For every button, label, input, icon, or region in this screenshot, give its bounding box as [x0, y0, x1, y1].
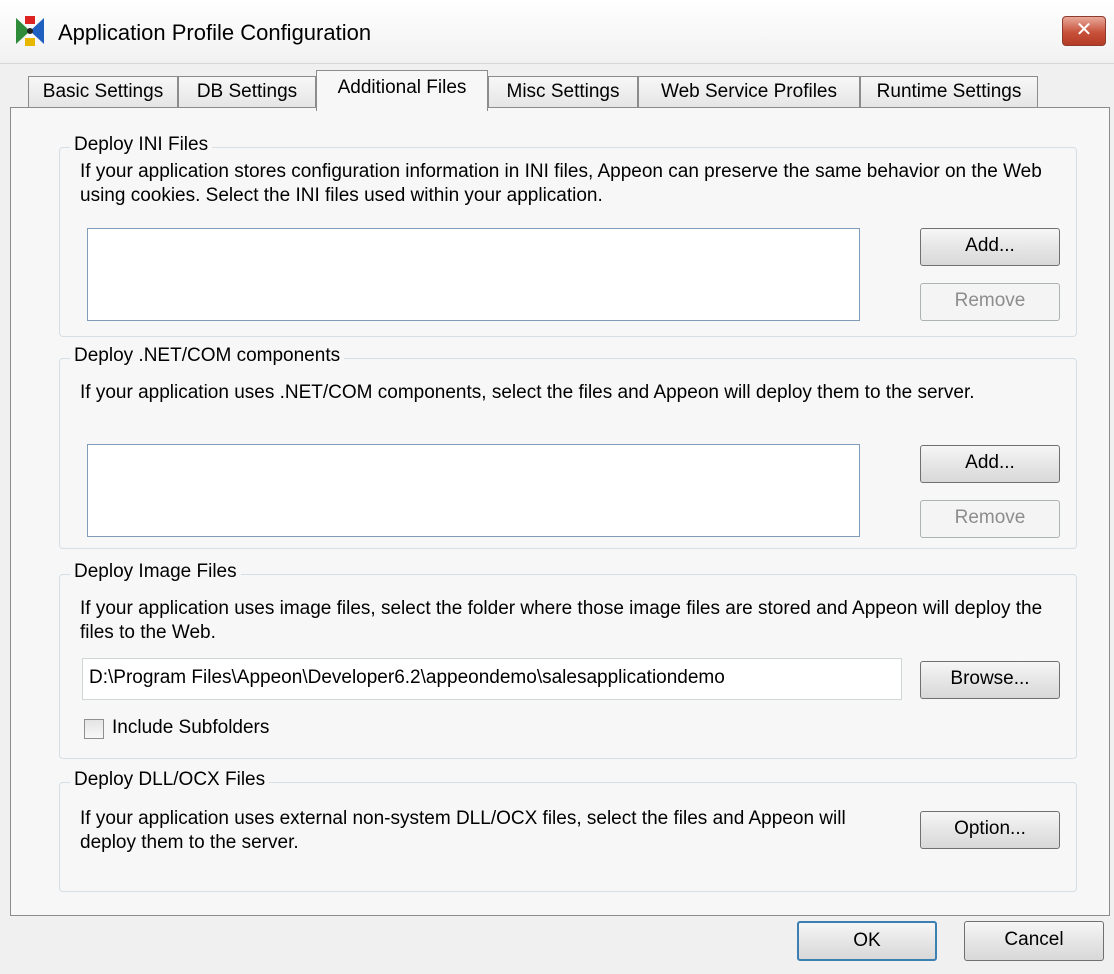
group-description: If your application uses .NET/COM compon… — [80, 382, 975, 403]
application-profile-dialog: Application Profile Configuration ✕ Basi… — [0, 0, 1114, 974]
ini-remove-button[interactable]: Remove — [920, 283, 1060, 321]
net-com-add-button[interactable]: Add... — [920, 445, 1060, 483]
group-deploy-ini-files: Deploy INI Files If your application sto… — [59, 134, 1077, 337]
group-title: Deploy DLL/OCX Files — [70, 769, 270, 791]
ok-button[interactable]: OK — [797, 921, 937, 961]
browse-button[interactable]: Browse... — [920, 661, 1060, 699]
tab-runtime-settings[interactable]: Runtime Settings — [860, 76, 1038, 109]
group-title: Deploy .NET/COM components — [70, 345, 345, 367]
option-button[interactable]: Option... — [920, 811, 1060, 849]
group-description: If your application uses external non-sy… — [80, 808, 846, 853]
group-title: Deploy INI Files — [70, 134, 213, 156]
group-deploy-dll-ocx-files: Deploy DLL/OCX Files If your application… — [59, 769, 1077, 892]
tab-panel-additional-files: Deploy INI Files If your application sto… — [10, 107, 1110, 916]
group-description: If your application stores configuration… — [80, 161, 1042, 206]
group-title: Deploy Image Files — [70, 561, 241, 583]
image-folder-path-field[interactable]: D:\Program Files\Appeon\Developer6.2\app… — [82, 658, 902, 700]
group-description: If your application uses image files, se… — [80, 598, 1043, 643]
net-com-remove-button[interactable]: Remove — [920, 500, 1060, 538]
ini-files-list[interactable] — [87, 228, 860, 321]
window-title: Application Profile Configuration — [58, 20, 372, 45]
app-icon — [16, 16, 44, 46]
tab-additional-files[interactable]: Additional Files — [316, 70, 488, 111]
close-button[interactable]: ✕ — [1062, 16, 1106, 46]
include-subfolders-label[interactable]: Include Subfolders — [112, 717, 269, 739]
tab-db-settings[interactable]: DB Settings — [178, 76, 316, 109]
tab-basic-settings[interactable]: Basic Settings — [28, 76, 178, 109]
cancel-button[interactable]: Cancel — [964, 921, 1104, 961]
tab-misc-settings[interactable]: Misc Settings — [488, 76, 638, 109]
ini-add-button[interactable]: Add... — [920, 228, 1060, 266]
group-deploy-image-files: Deploy Image Files If your application u… — [59, 561, 1077, 759]
include-subfolders-checkbox[interactable] — [84, 719, 104, 739]
group-deploy-net-com: Deploy .NET/COM components If your appli… — [59, 345, 1077, 549]
tab-web-service-profiles[interactable]: Web Service Profiles — [638, 76, 860, 109]
net-com-files-list[interactable] — [87, 444, 860, 537]
title-bar[interactable]: Application Profile Configuration ✕ — [0, 0, 1114, 64]
